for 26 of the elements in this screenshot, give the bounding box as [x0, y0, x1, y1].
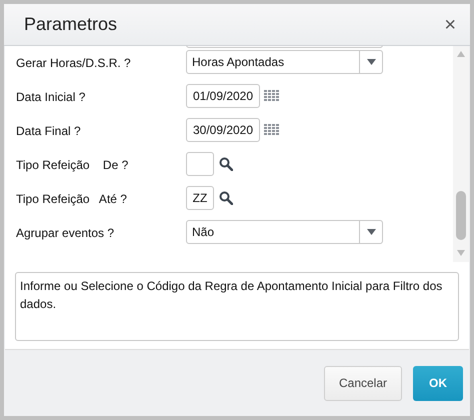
scroll-up-icon[interactable]: [457, 51, 465, 57]
calendar-icon[interactable]: [264, 90, 280, 102]
input-field[interactable]: ZZ: [186, 186, 214, 210]
scrollbar-thumb[interactable]: [456, 191, 466, 240]
field-label: Tipo Refeição Até ?: [16, 191, 128, 208]
search-icon[interactable]: [219, 157, 233, 171]
scrollbar[interactable]: [453, 46, 469, 262]
field-label: Tipo Refeição De ?: [16, 157, 130, 174]
date-field[interactable]: 01/09/2020: [186, 84, 260, 108]
close-button[interactable]: ×: [440, 14, 460, 34]
window-title: Parametros: [24, 13, 118, 36]
dropdown[interactable]: Horas Apontadas: [186, 50, 383, 74]
input-field[interactable]: [186, 152, 214, 176]
dropdown[interactable]: Não: [186, 220, 383, 244]
scroll-down-icon[interactable]: [457, 250, 465, 256]
cancel-button[interactable]: Cancelar: [324, 366, 402, 400]
calendar-icon[interactable]: [264, 124, 280, 136]
field-label: Gerar Horas/D.S.R. ?: [16, 55, 132, 72]
dropdown-arrow-icon[interactable]: [366, 229, 376, 235]
field-label: Data Inicial ?: [16, 89, 86, 106]
field-label: Data Final ?: [16, 123, 82, 140]
search-icon[interactable]: [219, 191, 233, 205]
field-label: Agrupar eventos ?: [16, 225, 116, 242]
date-field[interactable]: 30/09/2020: [186, 118, 260, 142]
dropdown-arrow-icon[interactable]: [366, 59, 376, 65]
help-text: Informe ou Selecione o Código da Regra de Apontamento Inicial para Filtro dos dados.: [20, 278, 444, 313]
